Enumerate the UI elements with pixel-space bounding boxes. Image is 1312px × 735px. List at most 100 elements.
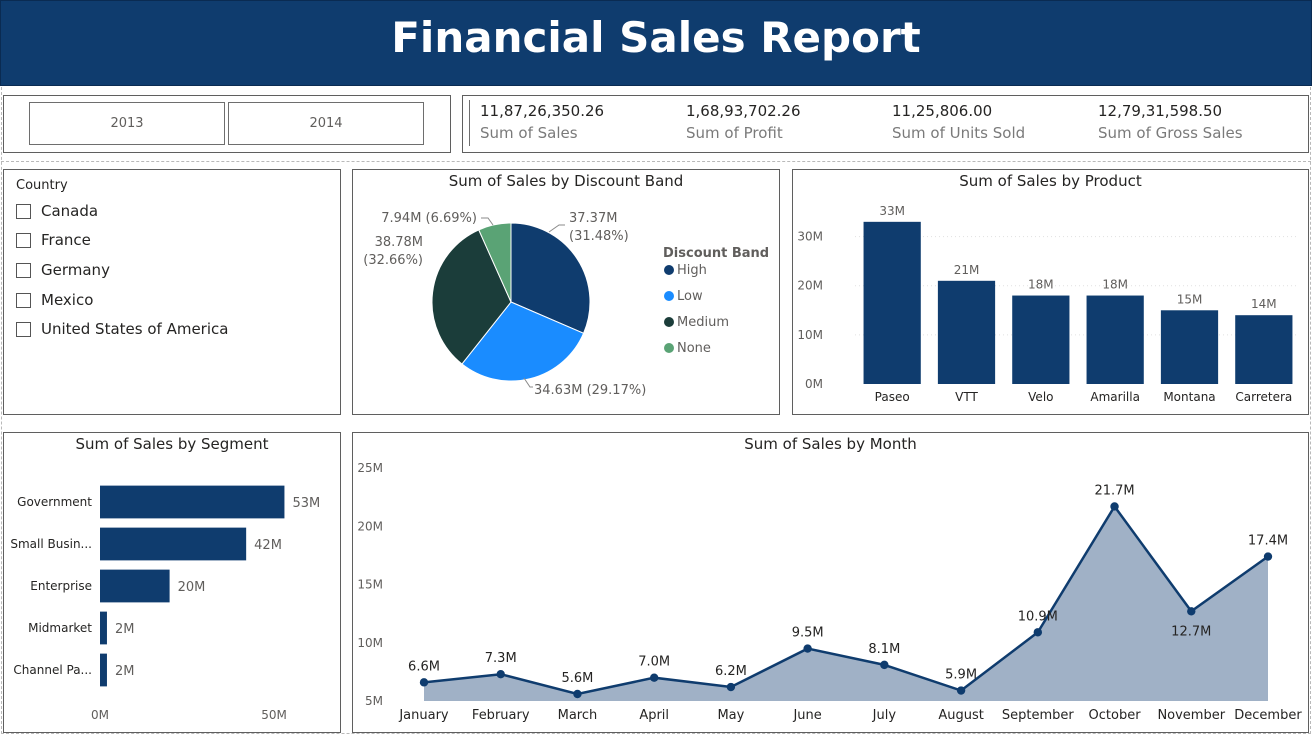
country-option-germany[interactable]: Germany	[16, 261, 110, 279]
country-option-france[interactable]: France	[16, 231, 91, 249]
x-tick-label: Amarilla	[1090, 390, 1140, 404]
x-tick-label: September	[1002, 708, 1075, 723]
x-tick-label: VTT	[955, 390, 978, 404]
data-point	[1263, 552, 1273, 561]
bar-montana	[1160, 310, 1219, 384]
x-tick-label: 50M	[261, 708, 287, 722]
kpi-card-row: 11,87,26,350.26 Sum of Sales 1,68,93,702…	[462, 95, 1309, 153]
legend-label-low: Low	[677, 289, 703, 304]
x-tick-label: August	[938, 708, 984, 723]
bar-data-label: 42M	[254, 538, 282, 553]
pie-data-label: 7.94M (6.69%)	[381, 211, 477, 226]
country-option-label: France	[41, 231, 91, 249]
point-data-label: 7.3M	[485, 651, 517, 666]
y-tick-label: Enterprise	[30, 579, 92, 593]
segment-bar	[100, 611, 107, 645]
point-data-label: 10.9M	[1018, 609, 1058, 624]
kpi-sales-value: 11,87,26,350.26	[480, 102, 605, 120]
bar-data-label: 21M	[954, 263, 980, 277]
kpi-gross-value: 12,79,31,598.50	[1098, 102, 1223, 120]
bar-paseo	[863, 221, 921, 384]
bar-data-label: 14M	[1251, 297, 1277, 311]
country-option-mexico[interactable]: Mexico	[16, 291, 93, 309]
kpi-units-label: Sum of Units Sold	[892, 124, 1026, 142]
legend-marker-high	[664, 265, 674, 275]
checkbox[interactable]	[16, 321, 31, 337]
year-button-2013[interactable]: 2013	[29, 102, 225, 145]
y-tick-label: 30M	[797, 230, 823, 244]
bar-velo	[1012, 295, 1070, 384]
point-data-label: 5.6M	[562, 671, 594, 686]
x-tick-label: February	[472, 708, 530, 723]
kpi-units: 11,25,806.00 Sum of Units Sold	[892, 102, 1025, 142]
leader-line	[481, 217, 494, 226]
data-point	[496, 670, 505, 679]
x-tick-label: Carretera	[1235, 390, 1292, 404]
legend-title: Discount Band	[663, 246, 769, 261]
segment-bar-chart: Government 53M Small Busin... 42M Enterprise…	[10, 485, 320, 722]
bar-data-label: 33M	[879, 204, 905, 218]
y-tick-label: 25M	[357, 461, 383, 475]
checkbox[interactable]	[16, 203, 31, 219]
checkbox[interactable]	[16, 262, 31, 278]
x-tick-label: July	[872, 708, 897, 723]
country-slicer-title: Country	[16, 178, 68, 193]
segment-bar	[100, 527, 247, 561]
leader-line	[548, 224, 565, 233]
country-slicer: Country Canada France Germany Mexico Uni…	[3, 169, 341, 415]
kpi-gross-label: Sum of Gross Sales	[1098, 124, 1243, 142]
checkbox[interactable]	[16, 232, 31, 248]
y-tick-label: Small Busin...	[10, 537, 92, 551]
y-tick-label: Government	[17, 495, 92, 509]
page-title: Financial Sales Report	[391, 13, 921, 62]
kpi-accent-line	[469, 100, 470, 146]
legend-marker-none	[664, 343, 674, 353]
segment-bar	[100, 569, 170, 603]
bar-data-label: 20M	[178, 580, 206, 595]
legend-marker-low	[664, 291, 674, 301]
point-data-label: 9.5M	[792, 626, 824, 641]
discount-band-chart: Sum of Sales by Discount Band 37.37M (31…	[352, 169, 780, 415]
kpi-sales: 11,87,26,350.26 Sum of Sales	[480, 102, 604, 142]
x-tick-label: Montana	[1163, 390, 1215, 404]
segment-sales-chart: Sum of Sales by Segment Government 53M Sma…	[3, 432, 341, 733]
year-slicer: 2013 2014	[3, 95, 451, 153]
x-tick-label: December	[1234, 708, 1302, 723]
pie-chart: 37.37M (31.48%) 34.63M (29.17%) 38.78M (…	[363, 211, 769, 398]
checkbox[interactable]	[16, 292, 31, 308]
product-sales-chart: Sum of Sales by Product 0M 10M 20M 30M 33M Pa…	[792, 169, 1309, 415]
kpi-profit-label: Sum of Profit	[686, 124, 783, 142]
point-data-label: 6.2M	[715, 664, 747, 679]
y-tick-label: 5M	[365, 694, 383, 708]
pie-data-label: 38.78M	[375, 235, 423, 250]
bar-data-label: 15M	[1177, 292, 1203, 306]
data-point	[1187, 607, 1196, 616]
x-tick-label: January	[398, 708, 449, 723]
x-tick-label: April	[639, 708, 669, 723]
data-point	[1033, 628, 1043, 637]
bar-vtt	[937, 280, 996, 384]
point-data-label: 12.7M	[1171, 624, 1211, 639]
kpi-gross: 12,79,31,598.50 Sum of Gross Sales	[1098, 102, 1243, 142]
point-data-label: 5.9M	[945, 668, 977, 683]
pie-data-label: 37.37M	[569, 211, 617, 226]
data-point	[649, 673, 659, 682]
legend-marker-medium	[664, 317, 674, 327]
data-point	[573, 689, 582, 699]
country-option-label: United States of America	[41, 320, 229, 338]
country-option-label: Mexico	[41, 291, 94, 309]
canvas-divider	[1, 161, 1311, 162]
month-area-chart: 5M 10M 15M 20M 25M 6.6M January 7.3M February 5.6…	[357, 461, 1302, 723]
x-tick-label: Velo	[1028, 390, 1053, 404]
data-point	[803, 644, 812, 653]
country-option-canada[interactable]: Canada	[16, 202, 98, 220]
product-bar-chart: 0M 10M 20M 30M 33M Paseo 21M VTT 18M Velo 18M Amari…	[797, 204, 1297, 404]
year-button-2014[interactable]: 2014	[228, 102, 424, 145]
pie-data-label: 34.63M (29.17%)	[534, 383, 646, 398]
segment-bar	[100, 653, 107, 687]
bar-amarilla	[1086, 295, 1144, 384]
point-data-label: 6.6M	[408, 659, 440, 674]
country-option-usa[interactable]: United States of America	[16, 320, 228, 338]
data-point	[726, 682, 736, 692]
kpi-profit-value: 1,68,93,702.26	[686, 102, 801, 120]
